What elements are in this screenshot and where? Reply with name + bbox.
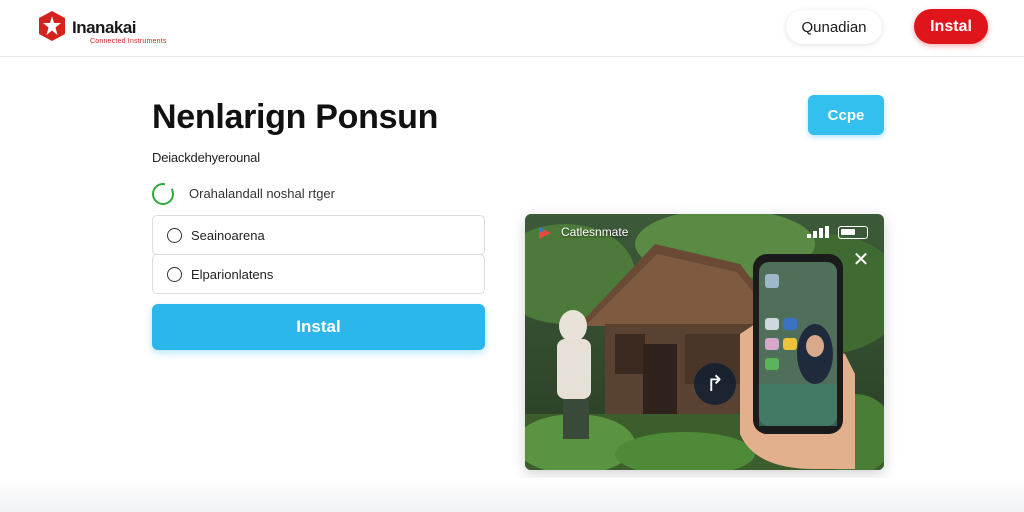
logo-icon [39,11,65,41]
page-footer-fade [0,478,1024,512]
status-check-icon [152,182,174,205]
brand-logo-icon [539,227,551,239]
logo-subtext: Connected Instruments [90,38,167,45]
install-button[interactable]: Instal [152,304,485,350]
option-label: Elparionlatens [191,267,274,282]
copy-button[interactable]: Ccpe [808,95,884,135]
battery-icon [838,226,868,239]
page-title: Nenlarign Ponsun [152,98,439,136]
radio-icon[interactable] [167,267,182,282]
brand-logo[interactable]: Inanakai Connected Instruments [36,10,166,45]
option-item[interactable]: Elparionlatens [152,254,485,294]
option-item[interactable]: Seainoarena [152,215,485,255]
nav-link[interactable]: Qunadian [786,10,882,44]
page-subtitle: Deiackdehyerounal [152,150,260,165]
play-icon[interactable]: ↱ [694,363,736,405]
signal-icon [807,226,829,238]
scene-image [525,214,884,470]
close-icon[interactable]: ✕ [851,250,871,270]
status-text: Orahalandall noshal rtger [189,186,335,201]
media-preview[interactable]: Catlesnmate ✕ ↱ [525,214,884,470]
radio-icon[interactable] [167,228,182,243]
logo-text: Inanakai [72,18,137,37]
media-brand-label: Catlesnmate [561,225,629,239]
option-label: Seainoarena [191,228,265,243]
header-install-button[interactable]: Instal [914,9,988,44]
top-header: Inanakai Connected Instruments Qunadian … [0,0,1024,57]
